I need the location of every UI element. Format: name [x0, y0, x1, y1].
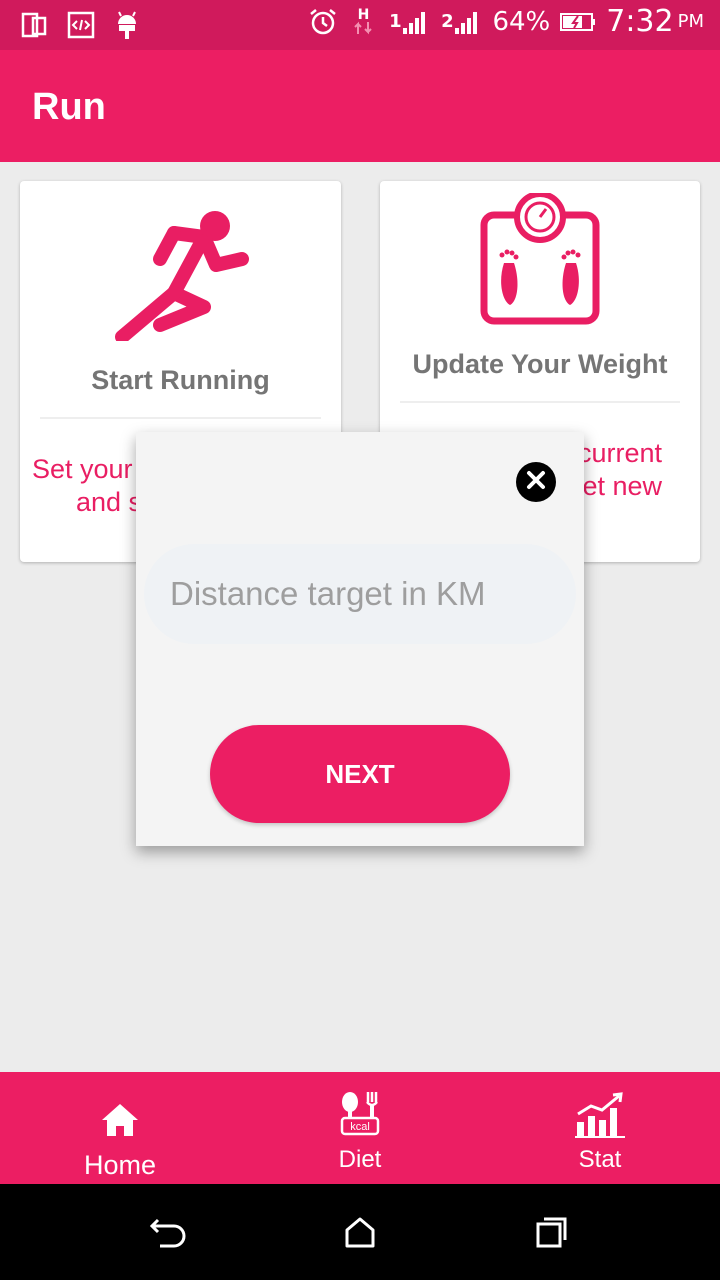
bottom-navigation: Home kcal Diet Stat — [0, 1072, 720, 1184]
android-debug-icon — [112, 10, 142, 40]
recents-icon[interactable] — [532, 1212, 572, 1252]
nav-item-diet[interactable]: kcal Diet — [240, 1072, 480, 1184]
back-icon[interactable] — [148, 1212, 188, 1252]
system-navigation-bar — [0, 1184, 720, 1280]
status-bar: H 1 2 64% 7:32 PM — [0, 0, 720, 50]
home-circle-icon[interactable] — [340, 1212, 380, 1252]
nav-item-stat[interactable]: Stat — [480, 1072, 720, 1184]
close-button[interactable] — [516, 462, 556, 502]
close-icon — [526, 470, 546, 494]
nav-label: Diet — [338, 1146, 382, 1173]
network-h-icon: H — [348, 7, 378, 37]
alarm-icon — [308, 7, 338, 37]
nav-label: Stat — [578, 1146, 622, 1173]
card-divider — [40, 417, 321, 419]
distance-target-dialog: NEXT — [136, 432, 584, 846]
signal-sim2-icon: 2 — [440, 7, 482, 37]
nav-item-home[interactable]: Home — [0, 1072, 240, 1184]
signal-sim1-icon: 1 — [388, 7, 430, 37]
kcal-text: kcal — [350, 1121, 370, 1133]
screen-mirror-icon — [20, 10, 50, 40]
card-title: Update Your Weight — [412, 349, 668, 379]
page-title: Run — [32, 86, 106, 128]
weight-scale-icon — [480, 191, 600, 329]
next-button[interactable]: NEXT — [210, 725, 510, 823]
code-icon — [66, 10, 96, 40]
runner-icon — [112, 209, 252, 345]
battery-charging-icon — [560, 7, 596, 37]
diet-kcal-icon: kcal — [336, 1088, 384, 1138]
battery-percent: 64% — [492, 6, 551, 37]
card-divider — [400, 401, 680, 403]
clock-time: 7:32 — [606, 4, 674, 39]
clock-ampm: PM — [677, 11, 704, 32]
distance-target-input[interactable] — [144, 544, 576, 644]
home-icon — [100, 1088, 140, 1138]
card-title: Start Running — [91, 365, 270, 395]
nav-label: Home — [83, 1150, 157, 1180]
app-bar: Run — [0, 50, 720, 162]
stat-chart-icon — [575, 1088, 625, 1138]
